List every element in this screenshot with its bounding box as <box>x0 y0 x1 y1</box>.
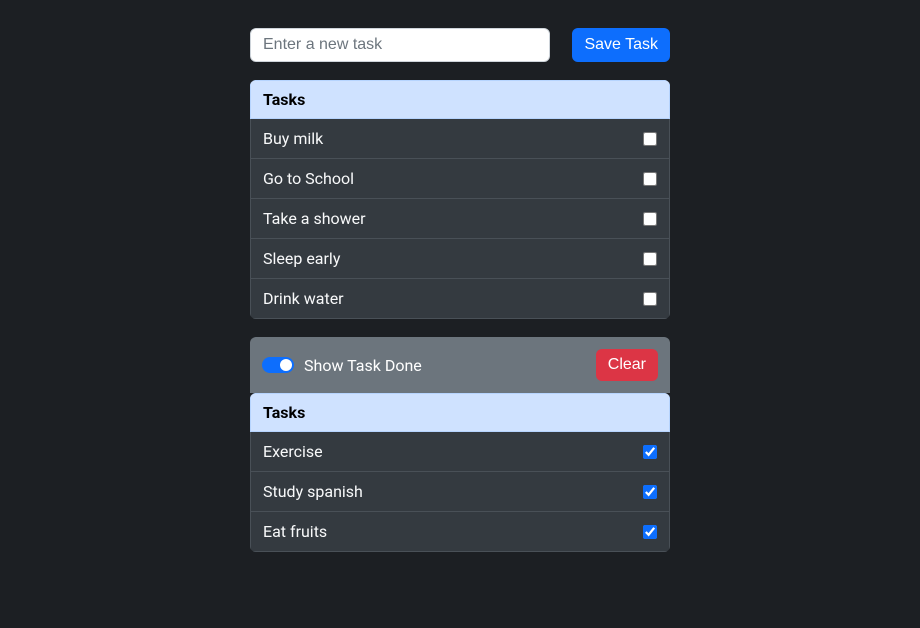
task-row: Drink water <box>250 279 670 319</box>
task-row: Sleep early <box>250 239 670 279</box>
done-tasks-list: Tasks Exercise Study spanish Eat fruits <box>250 393 670 552</box>
pending-tasks-header: Tasks <box>250 80 670 119</box>
task-row: Take a shower <box>250 199 670 239</box>
task-label: Sleep early <box>263 249 340 268</box>
task-checkbox[interactable] <box>643 172 657 186</box>
task-checkbox[interactable] <box>643 212 657 226</box>
save-task-button[interactable]: Save Task <box>572 28 670 62</box>
show-done-label: Show Task Done <box>304 356 422 375</box>
task-label: Exercise <box>263 442 323 461</box>
done-section: Show Task Done Clear Tasks Exercise Stud… <box>250 337 670 552</box>
task-label: Buy milk <box>263 129 323 148</box>
task-label: Go to School <box>263 169 354 188</box>
task-checkbox[interactable] <box>643 525 657 539</box>
app-container: Save Task Tasks Buy milk Go to School Ta… <box>250 28 670 552</box>
done-tasks-header: Tasks <box>250 393 670 432</box>
pending-tasks-list: Tasks Buy milk Go to School Take a showe… <box>250 80 670 319</box>
task-row: Exercise <box>250 432 670 472</box>
task-row: Eat fruits <box>250 512 670 552</box>
done-toggle-bar: Show Task Done Clear <box>250 337 670 393</box>
show-done-toggle[interactable] <box>262 357 294 373</box>
task-row: Go to School <box>250 159 670 199</box>
clear-done-button[interactable]: Clear <box>596 349 658 381</box>
task-label: Eat fruits <box>263 522 327 541</box>
new-task-input[interactable] <box>250 28 550 62</box>
task-row: Buy milk <box>250 119 670 159</box>
task-label: Study spanish <box>263 482 363 501</box>
task-row: Study spanish <box>250 472 670 512</box>
task-label: Take a shower <box>263 209 366 228</box>
new-task-row: Save Task <box>250 28 670 62</box>
task-checkbox[interactable] <box>643 292 657 306</box>
toggle-wrap: Show Task Done <box>262 356 422 375</box>
task-checkbox[interactable] <box>643 132 657 146</box>
task-checkbox[interactable] <box>643 445 657 459</box>
task-label: Drink water <box>263 289 344 308</box>
task-checkbox[interactable] <box>643 485 657 499</box>
task-checkbox[interactable] <box>643 252 657 266</box>
